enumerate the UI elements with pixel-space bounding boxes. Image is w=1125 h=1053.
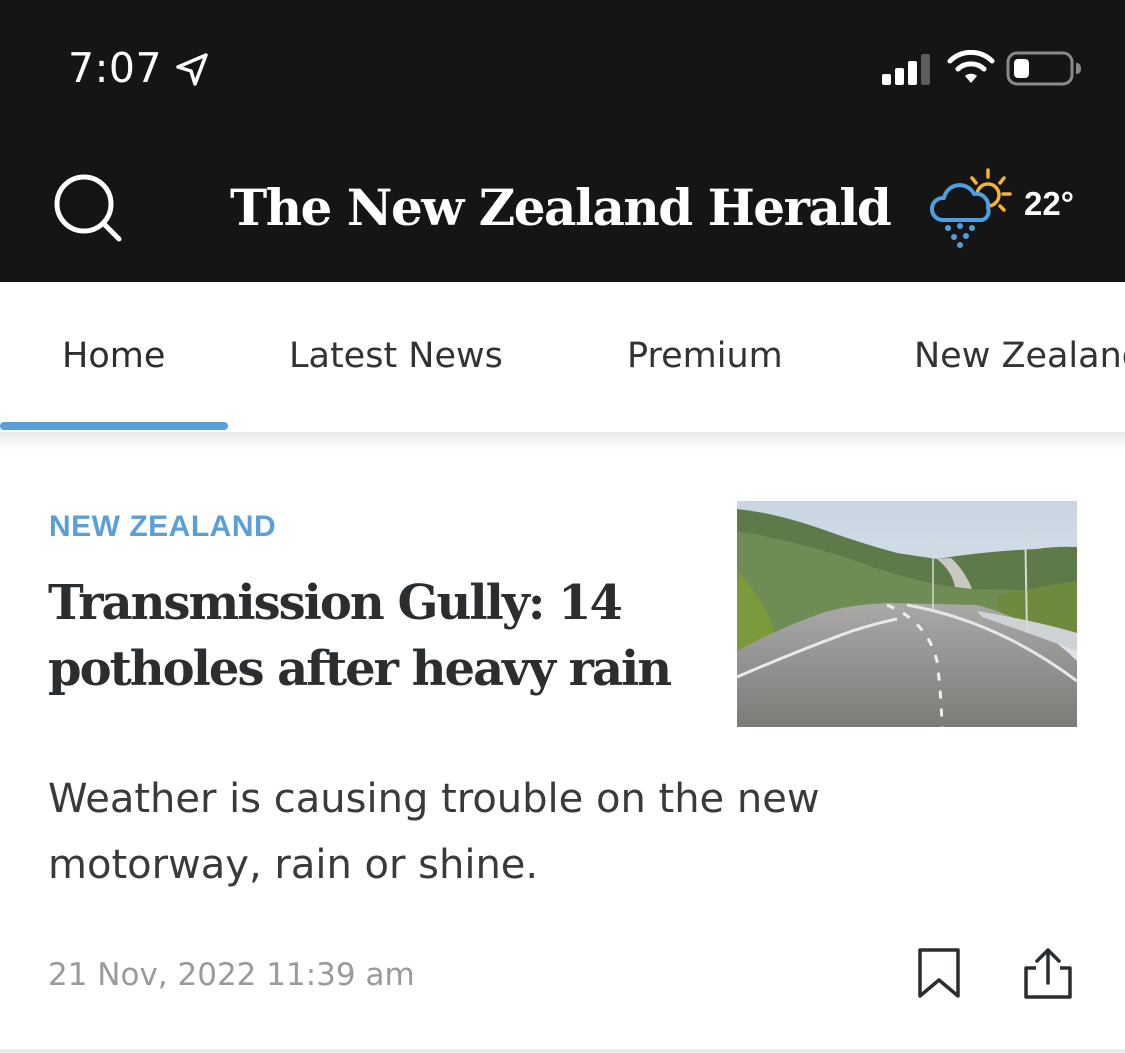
tab-premium[interactable]: Premium bbox=[627, 334, 783, 378]
location-arrow-icon bbox=[176, 53, 208, 86]
tab-home[interactable]: Home bbox=[62, 334, 165, 378]
article-timestamp: 21 Nov, 2022 11:39 am bbox=[48, 957, 415, 993]
active-tab-indicator bbox=[0, 422, 228, 430]
rain-sun-weather-icon[interactable] bbox=[928, 166, 1016, 248]
status-time: 7:07 bbox=[68, 44, 163, 92]
masthead-logo[interactable]: The New Zealand Herald bbox=[230, 168, 892, 248]
article-divider bbox=[0, 1049, 1125, 1053]
cellular-signal-icon bbox=[882, 54, 930, 85]
share-icon[interactable] bbox=[1020, 946, 1076, 1002]
bookmark-icon[interactable] bbox=[912, 946, 966, 1002]
motorway-road-photo[interactable] bbox=[737, 501, 1077, 727]
article-headline[interactable]: Transmission Gully: 14 potholes after he… bbox=[48, 570, 708, 702]
battery-icon bbox=[1006, 51, 1081, 86]
search-icon[interactable] bbox=[52, 172, 124, 244]
tab-bar-shadow bbox=[0, 432, 1125, 452]
tab-new-zealand[interactable]: New Zealand bbox=[914, 334, 1125, 378]
wifi-icon bbox=[947, 50, 995, 83]
article-summary[interactable]: Weather is causing trouble on the new mo… bbox=[48, 766, 908, 898]
section-tab-bar: Home Latest News Premium New Zealand bbox=[0, 282, 1125, 432]
article-category[interactable]: NEW ZEALAND bbox=[49, 507, 276, 547]
tab-latest-news[interactable]: Latest News bbox=[289, 334, 503, 378]
temperature-label[interactable]: 22° bbox=[1024, 184, 1074, 224]
